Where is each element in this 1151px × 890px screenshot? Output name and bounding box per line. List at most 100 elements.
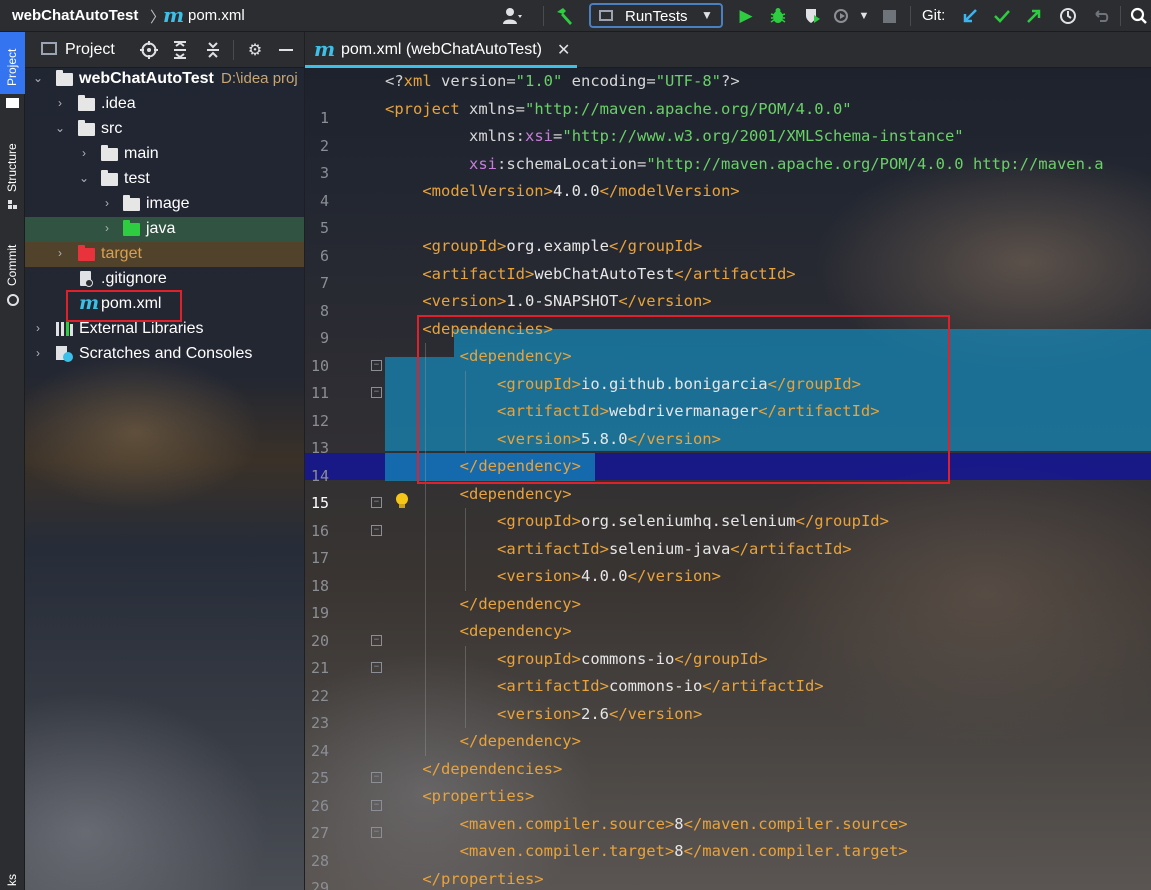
code-token: org.seleniumhq.selenium: [580, 512, 796, 530]
line-number: 3: [319, 164, 329, 182]
chevron-down-icon[interactable]: ⌄: [78, 171, 90, 185]
tree-item-gitignore[interactable]: .gitignore: [25, 267, 304, 292]
run-configuration-selector[interactable]: RunTests ▼: [589, 3, 723, 28]
libraries-icon: [56, 322, 73, 336]
chevron-right-icon[interactable]: ›: [32, 321, 44, 335]
stripe-tab-bookmarks[interactable]: ks: [0, 862, 25, 890]
line-number: 2: [319, 136, 329, 155]
fold-toggle-icon[interactable]: −: [371, 772, 382, 783]
tree-item-image[interactable]: › image: [25, 192, 304, 217]
code-token: <dependency>: [459, 622, 572, 640]
code-area[interactable]: 1 2 3 4 5 6 7 8 9 10−11−12 13 14 15−16−17 18 19 20−21−2…: [305, 68, 1151, 890]
chevron-right-icon[interactable]: ›: [54, 96, 66, 110]
line-number: 21: [310, 659, 329, 677]
tree-item-idea[interactable]: › .idea: [25, 92, 304, 117]
code-token: </version>: [618, 292, 712, 310]
fold-toggle-icon[interactable]: −: [371, 359, 382, 371]
code-token: xml: [403, 72, 441, 90]
line-number: 10: [310, 356, 329, 375]
line-number: 27: [310, 824, 329, 842]
breadcrumb-project[interactable]: webChatAutoTest: [12, 7, 138, 24]
tree-item-test[interactable]: ⌄ test: [25, 167, 304, 192]
stripe-tab-project[interactable]: Project: [0, 32, 25, 94]
build-hammer-icon[interactable]: [552, 4, 576, 28]
close-icon[interactable]: ✕: [557, 40, 570, 60]
tree-item-label: Scratches and Consoles: [79, 345, 253, 362]
history-icon[interactable]: [1056, 4, 1080, 28]
toolbar-divider: [1120, 6, 1121, 26]
chevron-right-icon[interactable]: ›: [32, 346, 44, 360]
chevron-down-icon[interactable]: ⌄: [32, 71, 44, 85]
coverage-icon[interactable]: [800, 4, 824, 28]
stop-icon[interactable]: [877, 4, 901, 28]
fold-toggle-icon[interactable]: −: [371, 524, 382, 536]
structure-icon: [8, 200, 17, 209]
pom-annotation-box: [66, 290, 182, 322]
folder-icon: [78, 120, 95, 136]
locate-file-icon[interactable]: [137, 38, 161, 62]
chevron-down-icon[interactable]: ⌄: [54, 121, 66, 135]
code-token: <groupId>: [496, 512, 581, 530]
debug-icon[interactable]: [766, 4, 790, 28]
project-panel-title[interactable]: Project: [65, 41, 115, 59]
git-push-icon[interactable]: [1022, 4, 1046, 28]
code-token: =: [646, 72, 656, 90]
code-token: <artifactId>: [422, 264, 535, 283]
rollback-icon[interactable]: [1089, 4, 1113, 28]
code-token: </groupId>: [795, 512, 889, 530]
more-dropdown-icon[interactable]: ▼: [852, 4, 876, 28]
code-token: =: [553, 127, 563, 145]
chevron-right-icon[interactable]: ›: [101, 196, 113, 210]
code-line: <groupId>commons-io</groupId>: [385, 646, 768, 673]
line-number: 17: [310, 549, 329, 567]
run-icon[interactable]: ▶: [734, 4, 758, 28]
test-source-folder-icon: [123, 220, 140, 236]
git-commit-icon[interactable]: [990, 4, 1014, 28]
fold-toggle-icon[interactable]: −: [371, 662, 382, 673]
expand-all-icon[interactable]: [168, 38, 192, 62]
editor-tab-bar: m pom.xml (webChatAutoTest) ✕: [305, 32, 1151, 68]
tree-item-src[interactable]: ⌄ src: [25, 117, 304, 142]
stripe-tab-commit[interactable]: Commit: [0, 232, 25, 312]
run-config-icon: [599, 10, 613, 21]
collapse-all-icon[interactable]: [201, 38, 225, 62]
editor-tab-pom[interactable]: m pom.xml (webChatAutoTest) ✕: [305, 32, 577, 68]
fold-toggle-icon[interactable]: −: [371, 497, 382, 508]
fold-toggle-icon[interactable]: −: [371, 827, 382, 838]
account-icon[interactable]: [500, 4, 524, 28]
tree-item-target[interactable]: › target: [25, 242, 304, 267]
git-update-icon[interactable]: [958, 4, 982, 28]
fold-toggle-icon[interactable]: −: [371, 634, 382, 646]
line-number: 9: [319, 329, 329, 347]
line-gutter: 1 2 3 4 5 6 7 8 9 10−11−12 13 14 15−16−17 18 19 20−21−2…: [305, 104, 408, 890]
project-panel-header: Project ⚙: [25, 32, 304, 68]
project-view-icon: [41, 42, 57, 55]
stripe-tab-structure[interactable]: Structure: [0, 132, 25, 222]
code-token: </dependencies>: [422, 759, 563, 778]
fold-toggle-icon[interactable]: −: [371, 799, 382, 811]
code-token: </groupId>: [608, 237, 703, 255]
fold-toggle-icon[interactable]: −: [371, 387, 382, 398]
chevron-right-icon[interactable]: ›: [101, 221, 113, 235]
breadcrumb-file[interactable]: pom.xml: [188, 7, 245, 24]
code-line: <?xml version="1.0" encoding="UTF-8"?>: [385, 68, 740, 95]
code-line: <dependency>: [385, 618, 572, 645]
line-number: 1: [319, 109, 329, 127]
chevron-right-icon[interactable]: ›: [78, 146, 90, 160]
minimize-icon[interactable]: [274, 38, 298, 62]
code-token: </artifactId>: [702, 677, 824, 695]
editor-area: m pom.xml (webChatAutoTest) ✕ 1234567891…: [305, 32, 1151, 890]
tree-item-project-root[interactable]: ⌄ webChatAutoTest D:\idea proj: [25, 67, 304, 92]
tree-item-main[interactable]: › main: [25, 142, 304, 167]
gear-icon[interactable]: ⚙: [243, 38, 267, 62]
tree-item-scratches[interactable]: › Scratches and Consoles: [25, 342, 304, 367]
tree-item-java[interactable]: › java: [25, 217, 304, 242]
search-icon[interactable]: [1127, 4, 1151, 28]
profile-icon[interactable]: [830, 4, 854, 28]
chevron-right-icon[interactable]: ›: [54, 246, 66, 260]
